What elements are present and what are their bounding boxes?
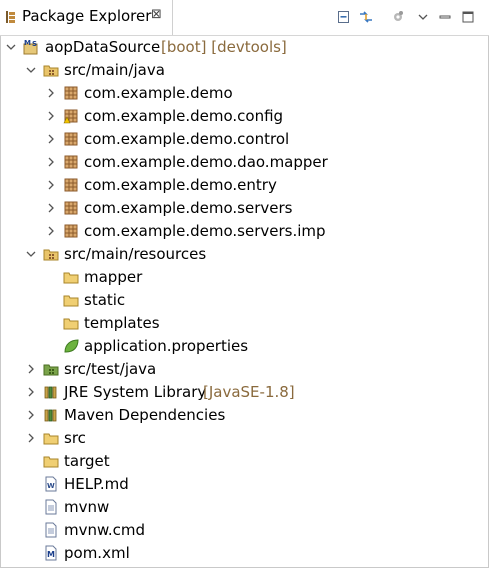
view-menu-chevron-icon[interactable] bbox=[415, 9, 431, 25]
folder-icon bbox=[63, 295, 79, 307]
link-with-editor-icon[interactable] bbox=[358, 9, 374, 25]
markdown-file-icon: W bbox=[45, 476, 57, 492]
tree-item-package[interactable]: com.example.demo.control bbox=[0, 128, 489, 151]
view-tab-bar: Package Explorer ⊠ bbox=[0, 0, 489, 36]
tree-item-src-main-java[interactable]: src/main/java bbox=[0, 59, 489, 82]
chevron-down-icon[interactable] bbox=[5, 36, 17, 59]
tree-item-package[interactable]: com.example.demo.servers bbox=[0, 197, 489, 220]
folder-icon bbox=[43, 433, 59, 445]
minimize-icon[interactable] bbox=[437, 9, 453, 25]
chevron-right-icon[interactable] bbox=[25, 404, 37, 427]
tree-item-folder[interactable]: mapper bbox=[0, 266, 489, 289]
tree-item-src-folder[interactable]: src bbox=[0, 427, 489, 450]
svg-text:W: W bbox=[47, 482, 55, 490]
chevron-right-icon[interactable] bbox=[25, 358, 37, 381]
tree-item-file[interactable]: application.properties bbox=[0, 335, 489, 358]
maven-pom-icon: M bbox=[45, 545, 57, 561]
test-source-folder-icon bbox=[43, 364, 59, 376]
chevron-right-icon[interactable] bbox=[45, 220, 57, 243]
package-icon bbox=[64, 86, 78, 100]
jre-decoration: [JavaSE-1.8] bbox=[203, 383, 295, 401]
chevron-right-icon[interactable] bbox=[25, 381, 37, 404]
tree-item-package[interactable]: com.example.demo.entry bbox=[0, 174, 489, 197]
maven-spring-project-icon: M S bbox=[23, 39, 38, 55]
text-file-icon bbox=[45, 522, 57, 538]
tree-item-maven-dependencies[interactable]: Maven Dependencies bbox=[0, 404, 489, 427]
tab-package-explorer[interactable]: Package Explorer ⊠ bbox=[0, 0, 173, 35]
collapse-all-icon[interactable] bbox=[336, 9, 352, 25]
resource-folder-icon bbox=[43, 249, 59, 261]
tree-item-folder[interactable]: static bbox=[0, 289, 489, 312]
package-warning-icon bbox=[63, 109, 78, 124]
chevron-right-icon[interactable] bbox=[45, 128, 57, 151]
tree-item-file[interactable]: mvnw bbox=[0, 496, 489, 519]
view-menu-gear-icon[interactable] bbox=[390, 9, 406, 25]
package-icon bbox=[64, 224, 78, 238]
folder-icon bbox=[63, 318, 79, 330]
package-icon bbox=[64, 132, 78, 146]
tree-item-package[interactable]: com.example.demo bbox=[0, 82, 489, 105]
chevron-right-icon[interactable] bbox=[45, 82, 57, 105]
chevron-right-icon[interactable] bbox=[45, 151, 57, 174]
tree-item-folder[interactable]: target bbox=[0, 450, 489, 473]
tree-item-file[interactable]: mvnw.cmd bbox=[0, 519, 489, 542]
package-icon bbox=[64, 201, 78, 215]
tree-item-package[interactable]: com.example.demo.dao.mapper bbox=[0, 151, 489, 174]
library-icon bbox=[44, 386, 57, 399]
package-icon bbox=[64, 178, 78, 192]
tree-item-jre-library[interactable]: JRE System Library [JavaSE-1.8] bbox=[0, 381, 489, 404]
package-icon bbox=[64, 155, 78, 169]
package-explorer-icon bbox=[6, 11, 15, 23]
tree-item-file[interactable]: M pom.xml bbox=[0, 542, 489, 565]
tree-item-package[interactable]: com.example.demo.config bbox=[0, 105, 489, 128]
tree-item-project[interactable]: M S aopDataSource [boot] [devtools] bbox=[0, 36, 489, 59]
chevron-down-icon[interactable] bbox=[25, 243, 37, 266]
tree-item-src-test-java[interactable]: src/test/java bbox=[0, 358, 489, 381]
library-icon bbox=[44, 409, 57, 422]
chevron-down-icon[interactable] bbox=[25, 59, 37, 82]
folder-icon bbox=[63, 272, 79, 284]
chevron-right-icon[interactable] bbox=[45, 174, 57, 197]
chevron-right-icon[interactable] bbox=[45, 197, 57, 220]
text-file-icon bbox=[45, 499, 57, 515]
project-decoration: [boot] [devtools] bbox=[161, 38, 287, 56]
chevron-right-icon[interactable] bbox=[45, 105, 57, 128]
tree-item-src-main-resources[interactable]: src/main/resources bbox=[0, 243, 489, 266]
tree-item-package[interactable]: com.example.demo.servers.imp bbox=[0, 220, 489, 243]
folder-icon bbox=[43, 456, 59, 468]
source-folder-icon bbox=[43, 65, 59, 77]
svg-text:M: M bbox=[47, 550, 55, 559]
svg-text:S: S bbox=[32, 40, 37, 48]
view-title: Package Explorer bbox=[22, 7, 152, 25]
maximize-icon[interactable] bbox=[460, 9, 476, 25]
spring-properties-icon bbox=[64, 339, 79, 353]
close-icon[interactable]: ⊠ bbox=[151, 7, 162, 22]
chevron-right-icon[interactable] bbox=[25, 427, 37, 450]
tree-item-file[interactable]: W HELP.md bbox=[0, 473, 489, 496]
tree-item-folder[interactable]: templates bbox=[0, 312, 489, 335]
svg-text:M: M bbox=[24, 39, 31, 47]
